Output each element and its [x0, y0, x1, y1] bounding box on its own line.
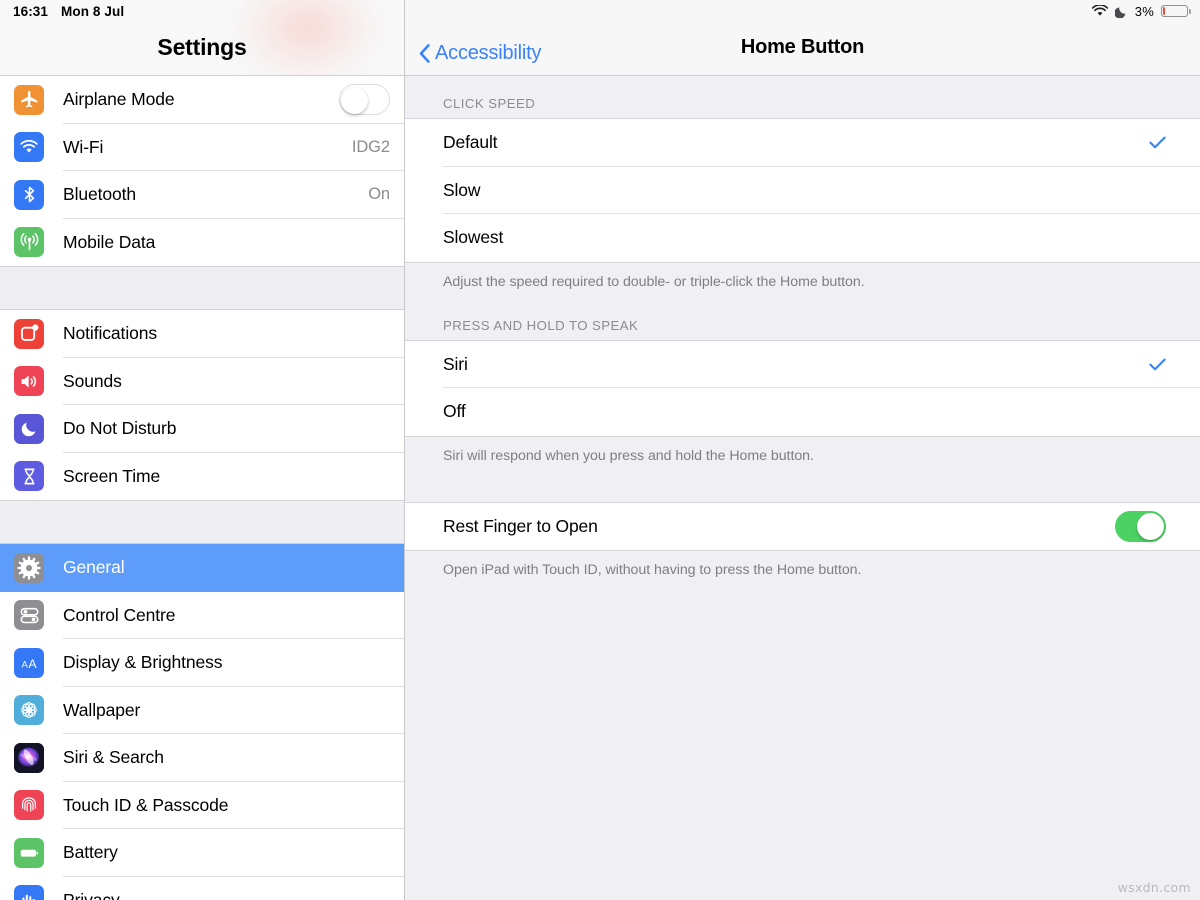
option-label: Default [443, 132, 497, 153]
ipad-settings-screen: 16:31 Mon 8 Jul 3% Settings [0, 0, 1200, 900]
option-row-default[interactable]: Default [405, 119, 1200, 167]
option-row-off[interactable]: Off [405, 388, 1200, 436]
section-footer: Adjust the speed required to double- or … [405, 263, 1200, 292]
wallpaper-icon [14, 695, 44, 725]
option-row-rest-finger-to-open[interactable]: Rest Finger to Open [405, 503, 1200, 551]
section-header: PRESS AND HOLD TO SPEAK [405, 318, 1200, 340]
toggle-knob [341, 87, 368, 114]
sidebar-item-label: Sounds [63, 373, 122, 391]
battery-icon [14, 838, 44, 868]
siri-icon [14, 743, 44, 773]
sidebar-item-label: Do Not Disturb [63, 420, 176, 438]
sidebar-list[interactable]: Airplane Mode Wi-Fi IDG2 Bluetooth On Mobile … [0, 76, 404, 900]
sidebar-item-label: Siri & Search [63, 749, 164, 767]
sidebar-item-screen-time[interactable]: Screen Time [0, 453, 404, 501]
section-header: CLICK SPEED [405, 96, 1200, 118]
checkmark-icon [1149, 136, 1166, 149]
sidebar-item-control-centre[interactable]: Control Centre [0, 592, 404, 640]
sidebar-group-separator [0, 266, 404, 310]
sidebar-item-value: IDG2 [352, 138, 390, 157]
control-centre-icon [14, 600, 44, 630]
sidebar-item-label: Notifications [63, 325, 157, 343]
option-row-siri[interactable]: Siri [405, 341, 1200, 389]
sounds-icon [14, 366, 44, 396]
settings-card: Siri Off [405, 340, 1200, 437]
sidebar-item-label: Wallpaper [63, 702, 140, 720]
page-title: Settings [0, 34, 404, 61]
settings-card: Rest Finger to Open [405, 502, 1200, 552]
option-label: Slowest [443, 227, 503, 248]
section-footer: Siri will respond when you press and hol… [405, 437, 1200, 466]
sidebar-item-label: Screen Time [63, 468, 160, 486]
sidebar-item-siri-search[interactable]: Siri & Search [0, 734, 404, 782]
option-label: Slow [443, 180, 480, 201]
section-spacer [405, 292, 1200, 318]
sidebar-item-label: Bluetooth [63, 186, 136, 204]
airplane-icon [14, 85, 44, 115]
sidebar-item-battery[interactable]: Battery [0, 829, 404, 877]
option-label: Off [443, 401, 466, 422]
sidebar-item-label: Wi-Fi [63, 139, 103, 157]
svg-text:A: A [28, 657, 37, 671]
cellular-icon [14, 227, 44, 257]
detail-title: Home Button [405, 36, 1200, 59]
option-label: Siri [443, 354, 468, 375]
settings-sidebar: Settings Airplane Mode Wi-Fi IDG2 Bluetooth… [0, 0, 405, 900]
sidebar-group-separator [0, 500, 404, 544]
sidebar-header: Settings [0, 0, 404, 76]
checkmark-icon [1149, 358, 1166, 371]
sidebar-item-label: General [63, 559, 125, 577]
sidebar-item-label: Airplane Mode [63, 91, 175, 109]
sidebar-item-label: Display & Brightness [63, 654, 222, 672]
detail-body: CLICK SPEED Default Slow Slowest Adjust the … [405, 76, 1200, 581]
sidebar-item-label: Control Centre [63, 607, 175, 625]
sidebar-item-label: Privacy [63, 892, 120, 900]
sidebar-item-label: Touch ID & Passcode [63, 797, 228, 815]
option-row-slowest[interactable]: Slowest [405, 214, 1200, 262]
gear-icon [14, 553, 44, 583]
sidebar-item-display-brightness[interactable]: AA Display & Brightness [0, 639, 404, 687]
option-row-slow[interactable]: Slow [405, 167, 1200, 215]
sidebar-group: Airplane Mode Wi-Fi IDG2 Bluetooth On Mobile … [0, 76, 404, 266]
sidebar-item-label: Battery [63, 844, 118, 862]
notifications-icon [14, 319, 44, 349]
settings-card: Default Slow Slowest [405, 118, 1200, 263]
sidebar-item-privacy[interactable]: Privacy [0, 877, 404, 900]
sidebar-item-touch-id-passcode[interactable]: Touch ID & Passcode [0, 782, 404, 830]
sidebar-group: Notifications Sounds Do Not Disturb Screen … [0, 310, 404, 500]
sidebar-item-notifications[interactable]: Notifications [0, 310, 404, 358]
moon-icon [14, 414, 44, 444]
sidebar-group: General Control Centre AA Display & Brightn… [0, 544, 404, 900]
privacy-icon [14, 885, 44, 900]
sidebar-item-mobile-data[interactable]: Mobile Data [0, 219, 404, 267]
wifi-icon [14, 132, 44, 162]
rest-finger-to-open-toggle[interactable] [1115, 511, 1166, 542]
sidebar-item-do-not-disturb[interactable]: Do Not Disturb [0, 405, 404, 453]
airplane-mode-toggle[interactable] [339, 84, 390, 115]
sidebar-item-sounds[interactable]: Sounds [0, 358, 404, 406]
sidebar-item-label: Mobile Data [63, 234, 155, 252]
section-spacer [405, 466, 1200, 502]
sidebar-item-wi-fi[interactable]: Wi-Fi IDG2 [0, 124, 404, 172]
section-footer: Open iPad with Touch ID, without having … [405, 551, 1200, 580]
option-label: Rest Finger to Open [443, 516, 598, 537]
bluetooth-icon [14, 180, 44, 210]
display-brightness-icon: AA [14, 648, 44, 678]
sidebar-item-value: On [368, 185, 390, 204]
sidebar-item-general[interactable]: General [0, 544, 404, 592]
hourglass-icon [14, 461, 44, 491]
watermark: wsxdn.com [1118, 880, 1191, 895]
sidebar-item-bluetooth[interactable]: Bluetooth On [0, 171, 404, 219]
sidebar-item-airplane-mode[interactable]: Airplane Mode [0, 76, 404, 124]
touch-id-icon [14, 790, 44, 820]
sidebar-item-wallpaper[interactable]: Wallpaper [0, 687, 404, 735]
toggle-knob [1137, 513, 1164, 540]
detail-pane: Accessibility Home Button CLICK SPEEDDef… [405, 0, 1200, 900]
detail-header: Accessibility Home Button [405, 0, 1200, 76]
